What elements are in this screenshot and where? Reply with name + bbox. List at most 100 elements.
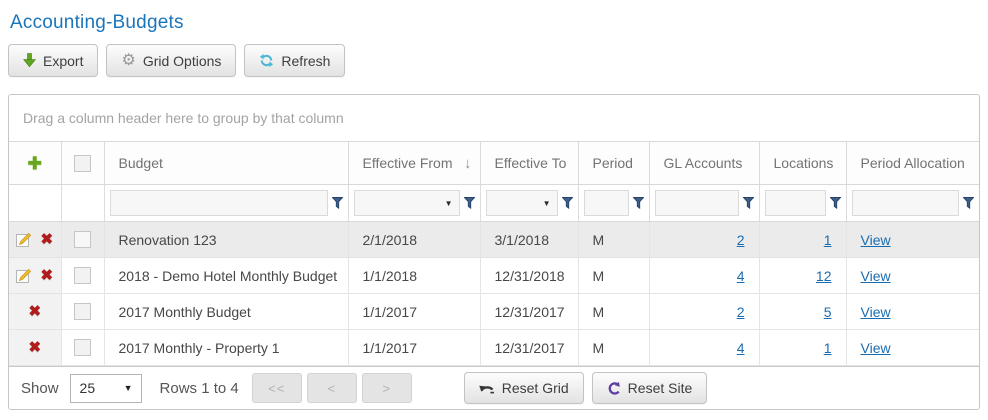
effective-from-cell: 2/1/2018 (348, 222, 480, 258)
locations-link[interactable]: 5 (824, 304, 832, 320)
accounting-budgets-page: Accounting-Budgets Export ⚙ Grid Options (0, 0, 988, 410)
circular-arrow-icon (607, 381, 621, 396)
effective-from-filter-funnel-icon[interactable] (464, 197, 475, 209)
table-row[interactable]: ✖ Renovation 123 2/1/2018 3/1/2018 M 2 1… (9, 222, 979, 258)
effective-to-filter-input[interactable] (486, 190, 558, 216)
column-header-effective-from[interactable]: Effective From ↓ (348, 142, 480, 185)
column-header-locations[interactable]: Locations (759, 142, 846, 185)
budget-filter-input[interactable] (110, 190, 328, 216)
locations-filter-input[interactable] (765, 190, 826, 216)
select-all-checkbox[interactable] (74, 155, 91, 172)
grid-options-label: Grid Options (143, 53, 222, 69)
effective-to-cell: 12/31/2017 (480, 330, 578, 366)
gear-icon: ⚙ (121, 53, 135, 69)
page-size-select[interactable]: 25 ▼ (70, 374, 142, 403)
effective-from-cell: 1/1/2018 (348, 258, 480, 294)
row-checkbox[interactable] (74, 303, 91, 320)
page-title: Accounting-Budgets (10, 12, 980, 34)
reset-grid-label: Reset Grid (502, 380, 569, 396)
gl-accounts-link[interactable]: 2 (737, 304, 745, 320)
column-header-effective-to[interactable]: Effective To (480, 142, 578, 185)
period-allocation-view-link[interactable]: View (861, 232, 891, 248)
toolbar: Export ⚙ Grid Options Refresh (8, 44, 980, 77)
reset-grid-button[interactable]: Reset Grid (464, 372, 584, 404)
budget-filter-funnel-icon[interactable] (332, 197, 343, 209)
locations-link[interactable]: 1 (824, 340, 832, 356)
reset-site-button[interactable]: Reset Site (592, 372, 708, 404)
column-header-period[interactable]: Period (578, 142, 649, 185)
undo-arrow-icon (479, 382, 495, 394)
export-download-icon (23, 53, 36, 68)
pager-next-button[interactable]: > (362, 373, 412, 403)
period-allocation-filter-input[interactable] (852, 190, 960, 216)
period-allocation-view-link[interactable]: View (861, 304, 891, 320)
budget-cell: 2017 Monthly - Property 1 (104, 330, 348, 366)
effective-from-cell: 1/1/2017 (348, 330, 480, 366)
locations-link[interactable]: 1 (824, 232, 832, 248)
period-allocation-filter-funnel-icon[interactable] (963, 197, 974, 209)
rows-status: Rows 1 to 4 (160, 380, 239, 397)
budget-cell: 2017 Monthly Budget (104, 294, 348, 330)
period-cell: M (578, 294, 649, 330)
column-header-budget[interactable]: Budget (104, 142, 348, 185)
grid-footer: Show 25 ▼ Rows 1 to 4 << < > Res (9, 366, 979, 409)
locations-link[interactable]: 12 (816, 268, 832, 284)
row-checkbox[interactable] (74, 339, 91, 356)
add-row-icon[interactable]: ✚ (28, 154, 42, 173)
table-row[interactable]: ✖ 2018 - Demo Hotel Monthly Budget 1/1/2… (9, 258, 979, 294)
locations-filter-funnel-icon[interactable] (830, 197, 841, 209)
effective-to-cell: 12/31/2017 (480, 294, 578, 330)
period-filter-input[interactable] (584, 190, 629, 216)
table-row[interactable]: ✖ 2017 Monthly - Property 1 1/1/2017 12/… (9, 330, 979, 366)
edit-icon[interactable] (16, 232, 33, 248)
budgets-table: ✚ Budget Effective From ↓ Effective To P… (9, 141, 979, 366)
gl-accounts-filter-funnel-icon[interactable] (743, 197, 754, 209)
pager: << < > (252, 373, 412, 403)
edit-icon[interactable] (16, 268, 33, 284)
row-checkbox[interactable] (74, 231, 91, 248)
row-checkbox[interactable] (74, 267, 91, 284)
group-by-drop-zone[interactable]: Drag a column header here to group by th… (9, 95, 979, 141)
effective-from-cell: 1/1/2017 (348, 294, 480, 330)
page-size-caret-icon: ▼ (124, 383, 133, 393)
column-header-gl-accounts[interactable]: GL Accounts (649, 142, 759, 185)
pager-first-button[interactable]: << (252, 373, 302, 403)
export-button[interactable]: Export (8, 44, 98, 77)
refresh-label: Refresh (281, 53, 330, 69)
delete-icon[interactable]: ✖ (28, 340, 41, 355)
delete-icon[interactable]: ✖ (28, 304, 41, 319)
period-cell: M (578, 222, 649, 258)
group-panel-text: Drag a column header here to group by th… (23, 110, 344, 126)
gl-accounts-link[interactable]: 4 (737, 340, 745, 356)
refresh-button[interactable]: Refresh (244, 44, 345, 77)
period-cell: M (578, 258, 649, 294)
effective-to-cell: 3/1/2018 (480, 222, 578, 258)
period-cell: M (578, 330, 649, 366)
gl-accounts-link[interactable]: 2 (737, 232, 745, 248)
gl-accounts-link[interactable]: 4 (737, 268, 745, 284)
filter-row: ▼ ▼ (9, 185, 979, 222)
sort-descending-icon: ↓ (464, 155, 472, 172)
table-row[interactable]: ✖ 2017 Monthly Budget 1/1/2017 12/31/201… (9, 294, 979, 330)
delete-icon[interactable]: ✖ (40, 268, 53, 283)
show-label: Show (21, 380, 59, 397)
budget-cell: Renovation 123 (104, 222, 348, 258)
period-allocation-view-link[interactable]: View (861, 340, 891, 356)
column-header-row: ✚ Budget Effective From ↓ Effective To P… (9, 142, 979, 185)
filter-cell-actions (9, 185, 61, 222)
period-allocation-view-link[interactable]: View (861, 268, 891, 284)
effective-to-cell: 12/31/2018 (480, 258, 578, 294)
filter-cell-checkbox (61, 185, 104, 222)
grid-options-button[interactable]: ⚙ Grid Options (106, 44, 236, 77)
delete-icon[interactable]: ✖ (40, 232, 53, 247)
effective-to-filter-funnel-icon[interactable] (562, 197, 573, 209)
period-filter-funnel-icon[interactable] (633, 197, 644, 209)
effective-from-filter-input[interactable] (354, 190, 460, 216)
pager-prev-button[interactable]: < (307, 373, 357, 403)
budgets-grid: Drag a column header here to group by th… (8, 94, 980, 410)
budget-cell: 2018 - Demo Hotel Monthly Budget (104, 258, 348, 294)
export-label: Export (43, 53, 83, 69)
column-header-period-allocation[interactable]: Period Allocation (846, 142, 979, 185)
refresh-icon (259, 53, 274, 68)
gl-accounts-filter-input[interactable] (655, 190, 739, 216)
